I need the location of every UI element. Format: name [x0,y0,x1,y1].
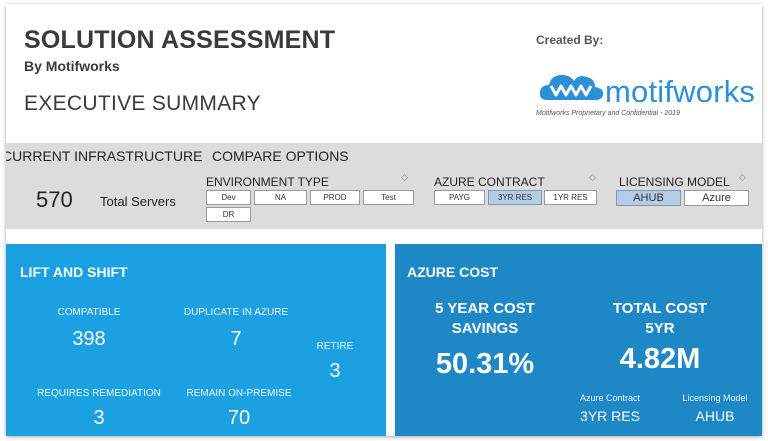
total-servers-value: 570 [36,187,73,212]
licensing-option-ahub[interactable]: AHUB [616,190,681,206]
env-option-test[interactable]: Test [363,190,414,205]
report-page: SOLUTION ASSESSMENT By Motifworks EXECUT… [6,4,762,436]
contract-option-payg[interactable]: PAYG [434,190,485,205]
compatible-value: 398 [72,328,106,350]
lift-and-shift-panel: LIFT AND SHIFT COMPATIBLE 398 DUPLICATE … [6,244,386,436]
eraser-icon[interactable]: ◇ [739,172,746,183]
environment-type-label: ENVIRONMENT TYPE [206,175,329,189]
env-option-na[interactable]: NA [254,190,307,205]
created-by-label: Created By: [536,33,604,47]
cost-savings-label-line1: 5 YEAR COST [435,300,535,317]
contract-option-1yr-res[interactable]: 1YR RES [544,190,597,205]
page-title: SOLUTION ASSESSMENT [24,26,336,54]
azure-cost-title: AZURE COST [407,264,498,280]
contract-option-3yr-res[interactable]: 3YR RES [488,190,542,205]
logo-wordmark: motifworks [605,74,756,109]
requires-remediation-value: 3 [93,407,105,429]
cloud-logo-icon [539,75,604,100]
eraser-icon[interactable]: ◇ [589,172,596,183]
duplicate-in-azure-value: 7 [230,328,242,350]
cost-savings-value: 50.31% [435,348,535,380]
total-cost-label-line2: 5YR [645,320,675,337]
current-infrastructure-header: CURRENT INFRASTRUCTURE [6,148,203,164]
remain-on-premise-value: 70 [227,407,251,429]
azure-cost-panel: AZURE COST 5 YEAR COST SAVINGS 50.31% TO… [395,244,762,436]
requires-remediation-label: REQUIRES REMEDIATION [37,388,161,399]
filter-band: CURRENT INFRASTRUCTURE COMPARE OPTIONS 5… [6,143,762,229]
env-option-prod[interactable]: PROD [310,190,360,205]
remain-on-premise-label: REMAIN ON-PREMISE [186,388,292,399]
total-cost-label-line1: TOTAL COST [612,300,708,317]
env-option-dev[interactable]: Dev [206,190,251,205]
licensing-option-azure[interactable]: Azure [684,190,749,206]
licensing-model-caption: Licensing Model [682,393,748,403]
azure-contract-caption: Azure Contract [579,393,641,403]
page-byline: By Motifworks [24,58,120,74]
logo-tagline: Motifworks Proprietary and Confidential … [536,110,680,117]
azure-contract-value: 3YR RES [580,408,640,424]
total-servers-label: Total Servers [100,194,176,209]
env-option-dr[interactable]: DR [206,207,251,222]
azure-contract-label: AZURE CONTRACT [434,175,545,189]
retire-label: RETIRE [316,341,354,352]
licensing-model-value: AHUB [695,408,735,424]
total-cost-value: 4.82M [619,343,701,375]
lift-and-shift-title: LIFT AND SHIFT [20,264,128,280]
duplicate-in-azure-label: DUPLICATE IN AZURE [183,307,289,318]
retire-value: 3 [329,360,341,382]
compatible-label: COMPATIBLE [57,307,121,318]
compare-options-header: COMPARE OPTIONS [212,148,349,164]
eraser-icon[interactable]: ◇ [401,172,408,183]
cost-savings-label-line2: SAVINGS [451,320,519,337]
licensing-model-label: LICENSING MODEL [619,175,730,189]
section-subtitle: EXECUTIVE SUMMARY [24,92,261,115]
